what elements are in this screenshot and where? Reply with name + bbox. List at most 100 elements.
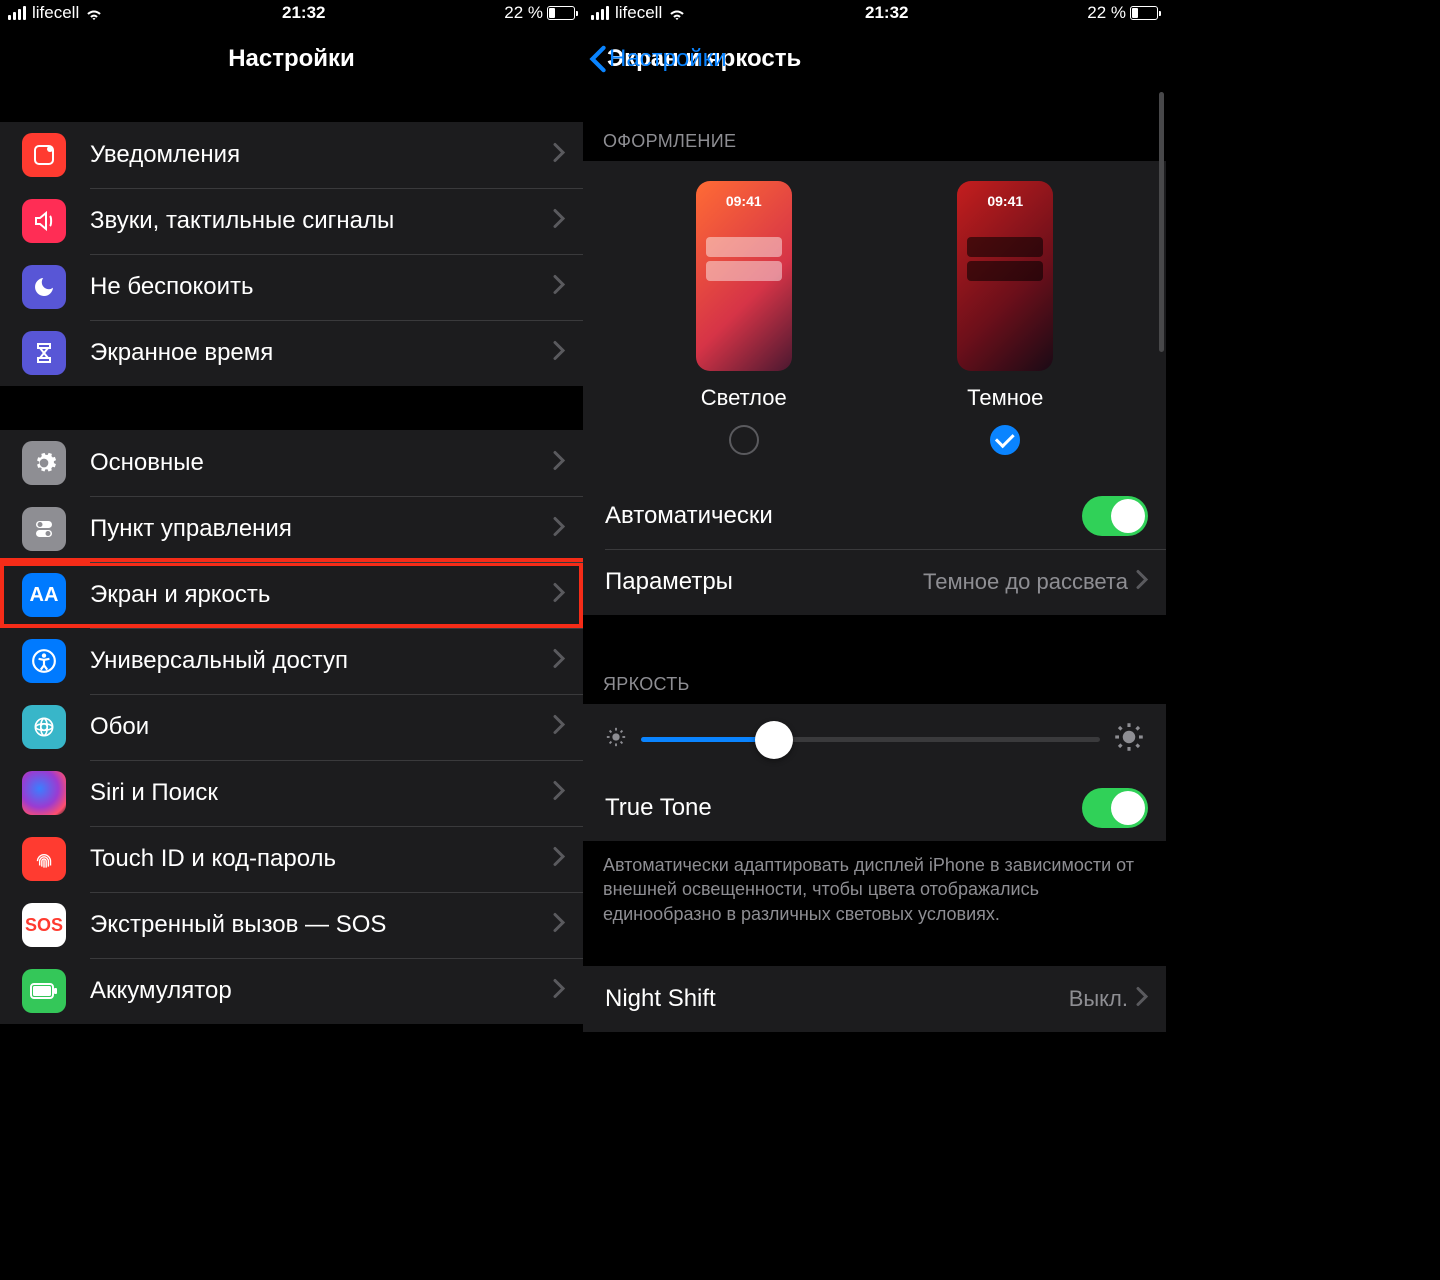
cell-nightshift[interactable]: Night Shift Выкл. (583, 966, 1166, 1032)
signal-icon (8, 6, 26, 20)
cell-screentime[interactable]: Экранное время (0, 320, 583, 386)
cell-battery[interactable]: Аккумулятор (0, 958, 583, 1024)
chevron-right-icon (553, 846, 565, 872)
cell-dnd[interactable]: Не беспокоить (0, 254, 583, 320)
cell-siri[interactable]: Siri и Поиск (0, 760, 583, 826)
brightness-header: ЯРКОСТЬ (583, 665, 1166, 704)
cell-notifications[interactable]: Уведомления (0, 122, 583, 188)
accessibility-icon (22, 639, 66, 683)
settings-root-screen: lifecell 21:32 22 % Настройки Уведомлени… (0, 0, 583, 1044)
light-preview: 09:41 (696, 181, 792, 371)
settings-group-2: Основные Пункт управления AA Экран и ярк… (0, 430, 583, 1024)
brightness-slider-row (583, 704, 1166, 775)
status-bar: lifecell 21:32 22 % (583, 0, 1166, 26)
cell-label: Night Shift (605, 985, 1069, 1013)
page-title: Настройки (228, 45, 355, 73)
chevron-right-icon (553, 912, 565, 938)
truetone-group: True Tone (583, 775, 1166, 841)
cell-parameters[interactable]: Параметры Темное до рассвета (583, 549, 1166, 615)
appearance-picker: 09:41 Светлое 09:41 Темное (583, 161, 1166, 483)
chevron-right-icon (553, 142, 565, 168)
cell-label: Не беспокоить (90, 273, 553, 301)
siri-icon (22, 771, 66, 815)
cell-accessibility[interactable]: Универсальный доступ (0, 628, 583, 694)
cell-label: Автоматически (605, 502, 1082, 530)
group-gap (0, 386, 583, 430)
light-radio[interactable] (729, 425, 759, 455)
screentime-icon (22, 331, 66, 375)
cell-display-brightness[interactable]: AA Экран и яркость (0, 562, 583, 628)
appearance-light-option[interactable]: 09:41 Светлое (696, 181, 792, 455)
touchid-icon (22, 837, 66, 881)
nav-header: Настройки (0, 26, 583, 92)
battery-icon (547, 6, 575, 20)
carrier-label: lifecell (32, 3, 79, 23)
cell-general[interactable]: Основные (0, 430, 583, 496)
sounds-icon (22, 199, 66, 243)
back-label: Настройки (609, 45, 727, 73)
nightshift-group: Night Shift Выкл. (583, 966, 1166, 1032)
signal-icon (591, 6, 609, 20)
cell-touchid[interactable]: Touch ID и код-пароль (0, 826, 583, 892)
cell-label: True Tone (605, 794, 1082, 822)
light-label: Светлое (701, 385, 787, 411)
appearance-header: ОФОРМЛЕНИЕ (583, 122, 1166, 161)
chevron-right-icon (553, 450, 565, 476)
cell-label: Параметры (605, 568, 923, 596)
nightshift-value: Выкл. (1069, 986, 1128, 1012)
cell-label: Экстренный вызов — SOS (90, 911, 553, 939)
battery-cell-icon (22, 969, 66, 1013)
chevron-right-icon (553, 516, 565, 542)
status-bar: lifecell 21:32 22 % (0, 0, 583, 26)
sos-icon: SOS (22, 903, 66, 947)
params-value: Темное до рассвета (923, 569, 1128, 595)
cell-label: Touch ID и код-пароль (90, 845, 553, 873)
nav-header: Настройки Экран и яркость (583, 26, 1166, 92)
chevron-right-icon (553, 274, 565, 300)
cell-label: Универсальный доступ (90, 647, 553, 675)
chevron-right-icon (553, 648, 565, 674)
cell-label: Обои (90, 713, 553, 741)
notifications-icon (22, 133, 66, 177)
cell-control-center[interactable]: Пункт управления (0, 496, 583, 562)
cell-sos[interactable]: SOS Экстренный вызов — SOS (0, 892, 583, 958)
truetone-toggle[interactable] (1082, 788, 1148, 828)
cell-truetone: True Tone (583, 775, 1166, 841)
chevron-right-icon (1136, 569, 1148, 595)
cell-automatic: Автоматически (583, 483, 1166, 549)
gear-icon (22, 441, 66, 485)
battery-pct: 22 % (504, 3, 543, 23)
truetone-note: Автоматически адаптировать дисплей iPhon… (583, 841, 1166, 938)
cell-label: Аккумулятор (90, 977, 553, 1005)
automatic-toggle[interactable] (1082, 496, 1148, 536)
clock: 21:32 (865, 3, 908, 23)
sun-small-icon (605, 726, 627, 753)
wifi-icon (85, 6, 103, 20)
auto-group: Автоматически Параметры Темное до рассве… (583, 483, 1166, 615)
wallpaper-icon (22, 705, 66, 749)
dnd-icon (22, 265, 66, 309)
chevron-right-icon (553, 780, 565, 806)
scroll-indicator[interactable] (1159, 92, 1164, 352)
display-icon: AA (22, 573, 66, 617)
cell-label: Основные (90, 449, 553, 477)
display-brightness-screen: lifecell 21:32 22 % Настройки Экран и яр… (583, 0, 1166, 1044)
cell-wallpaper[interactable]: Обои (0, 694, 583, 760)
chevron-right-icon (553, 582, 565, 608)
dark-radio[interactable] (990, 425, 1020, 455)
cell-label: Экранное время (90, 339, 553, 367)
back-button[interactable]: Настройки (589, 45, 727, 73)
brightness-slider[interactable] (641, 737, 1100, 742)
appearance-dark-option[interactable]: 09:41 Темное (957, 181, 1053, 455)
clock: 21:32 (282, 3, 325, 23)
dark-label: Темное (967, 385, 1043, 411)
battery-icon (1130, 6, 1158, 20)
cell-label: Уведомления (90, 141, 553, 169)
settings-group-1: Уведомления Звуки, тактильные сигналы Не… (0, 122, 583, 386)
cell-sounds[interactable]: Звуки, тактильные сигналы (0, 188, 583, 254)
control-center-icon (22, 507, 66, 551)
sun-large-icon (1114, 722, 1144, 757)
dark-preview: 09:41 (957, 181, 1053, 371)
chevron-right-icon (553, 208, 565, 234)
carrier-label: lifecell (615, 3, 662, 23)
